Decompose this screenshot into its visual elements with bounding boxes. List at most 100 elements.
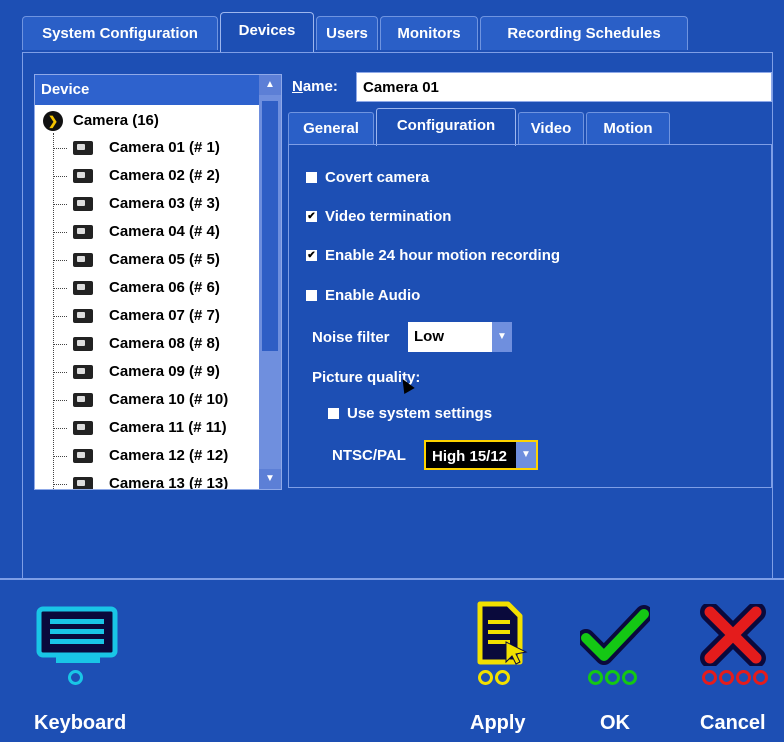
indicator-dot (702, 670, 717, 685)
cancel-button[interactable]: Cancel (700, 712, 766, 735)
checkbox-checked-icon[interactable]: ✔ (306, 210, 317, 222)
ok-indicator (588, 670, 637, 685)
configuration-panel (288, 144, 772, 488)
ntsc-pal-select[interactable]: High 15/12 ▼ (424, 440, 538, 470)
device-item[interactable]: Camera 01 (# 1) (53, 135, 220, 161)
tab-devices[interactable]: Devices (220, 12, 314, 52)
camera-icon (73, 281, 93, 296)
use-system-settings-checkbox[interactable]: Use system settings (328, 404, 492, 424)
tab-motion[interactable]: Motion (586, 112, 670, 144)
covert-camera-label: Covert camera (325, 169, 430, 186)
tab-monitors[interactable]: Monitors (380, 16, 478, 50)
checkbox-checked-icon[interactable]: ✔ (306, 249, 317, 261)
device-item[interactable]: Camera 12 (# 12) (53, 443, 228, 469)
tree-root-label: Camera (16) (73, 112, 159, 129)
indicator-dot (753, 670, 768, 685)
camera-icon (73, 141, 93, 156)
tab-video[interactable]: Video (518, 112, 584, 144)
ntsc-pal-label: NTSC/PAL (332, 447, 406, 464)
device-item-label: Camera 03 (# 3) (109, 195, 220, 212)
keyboard-button[interactable]: Keyboard (34, 712, 126, 735)
device-item[interactable]: Camera 02 (# 2) (53, 163, 220, 189)
camera-icon (73, 393, 93, 408)
indicator-dot (736, 670, 751, 685)
device-item[interactable]: Camera 05 (# 5) (53, 247, 220, 273)
device-item[interactable]: Camera 07 (# 7) (53, 303, 220, 329)
tree-root-camera-group[interactable]: ❯ Camera (16) (43, 109, 159, 133)
device-item[interactable]: Camera 09 (# 9) (53, 359, 220, 385)
device-item-label: Camera 05 (# 5) (109, 251, 220, 268)
covert-camera-checkbox[interactable]: Covert camera (306, 168, 429, 188)
apply-button[interactable]: Apply (470, 712, 526, 735)
enable-audio-checkbox[interactable]: Enable Audio (306, 286, 420, 306)
use-system-settings-label: Use system settings (347, 405, 493, 422)
device-item-label: Camera 10 (# 10) (109, 391, 229, 408)
device-item[interactable]: Camera 11 (# 11) (53, 415, 227, 441)
noise-filter-select[interactable]: Low ▼ (408, 322, 512, 352)
device-list-header[interactable]: Device (35, 75, 259, 105)
video-termination-checkbox[interactable]: ✔ Video termination (306, 207, 451, 227)
motion-recording-checkbox[interactable]: ✔ Enable 24 hour motion recording (306, 246, 560, 266)
camera-icon (73, 197, 93, 212)
camera-icon (73, 309, 93, 324)
indicator-dot (719, 670, 734, 685)
noise-filter-label: Noise filter (312, 329, 390, 346)
indicator-dot (478, 670, 493, 685)
tab-recording-schedules[interactable]: Recording Schedules (480, 16, 688, 50)
chevron-down-icon[interactable]: ▼ (492, 322, 512, 352)
device-item[interactable]: Camera 03 (# 3) (53, 191, 220, 217)
scroll-thumb[interactable] (262, 101, 278, 351)
device-item-label: Camera 04 (# 4) (109, 223, 220, 240)
name-input[interactable]: Camera 01 (356, 72, 772, 102)
scroll-down-arrow-icon[interactable]: ▼ (259, 469, 281, 489)
keyboard-icon[interactable] (36, 606, 122, 666)
device-item[interactable]: Camera 04 (# 4) (53, 219, 220, 245)
tab-configuration[interactable]: Configuration (376, 108, 516, 146)
tab-frame-top (22, 52, 772, 53)
indicator-dot (588, 670, 603, 685)
camera-icon (73, 421, 93, 436)
indicator-dot (605, 670, 620, 685)
indicator-dot (495, 670, 510, 685)
tab-frame-right (772, 52, 773, 578)
ok-check-icon[interactable] (580, 604, 650, 666)
device-item[interactable]: Camera 06 (# 6) (53, 275, 220, 301)
camera-icon (73, 225, 93, 240)
camera-icon (73, 477, 93, 489)
keyboard-indicator (68, 670, 83, 685)
device-item-label: Camera 09 (# 9) (109, 363, 220, 380)
camera-group-icon: ❯ (43, 111, 63, 132)
noise-filter-value: Low (414, 328, 444, 345)
video-termination-label: Video termination (325, 208, 452, 225)
ok-button[interactable]: OK (600, 712, 630, 735)
enable-audio-label: Enable Audio (325, 287, 421, 304)
checkbox-unchecked-icon[interactable] (328, 407, 339, 419)
camera-icon (73, 365, 93, 380)
device-list-scrollbar[interactable]: ▲ ▼ (259, 75, 281, 489)
device-item-label: Camera 01 (# 1) (109, 139, 220, 156)
device-item[interactable]: Camera 08 (# 8) (53, 331, 220, 357)
tab-system-configuration[interactable]: System Configuration (22, 16, 218, 50)
checkbox-unchecked-icon[interactable] (306, 289, 317, 301)
camera-icon (73, 449, 93, 464)
device-item-label: Camera 07 (# 7) (109, 307, 220, 324)
indicator-dot (68, 670, 83, 685)
divider (0, 578, 784, 580)
checkbox-unchecked-icon[interactable] (306, 171, 317, 183)
scroll-up-arrow-icon[interactable]: ▲ (259, 75, 281, 95)
tab-general[interactable]: General (288, 112, 374, 144)
device-item-label: Camera 11 (# 11) (109, 419, 227, 436)
tab-users[interactable]: Users (316, 16, 378, 50)
cancel-indicator (702, 670, 768, 685)
apply-document-icon[interactable] (472, 600, 528, 666)
tab-frame-left (22, 52, 23, 578)
apply-indicator (478, 670, 510, 685)
cancel-x-icon[interactable] (700, 604, 766, 666)
device-item[interactable]: Camera 10 (# 10) (53, 387, 228, 413)
chevron-down-icon[interactable]: ▼ (516, 442, 536, 468)
device-item-label: Camera 02 (# 2) (109, 167, 220, 184)
device-item[interactable]: Camera 13 (# 13) (53, 471, 228, 489)
device-list[interactable]: Device ▲ ▼ ❯ Camera (16) Camera 01 (# 1) … (34, 74, 282, 490)
name-label: Name: (292, 78, 338, 95)
indicator-dot (622, 670, 637, 685)
